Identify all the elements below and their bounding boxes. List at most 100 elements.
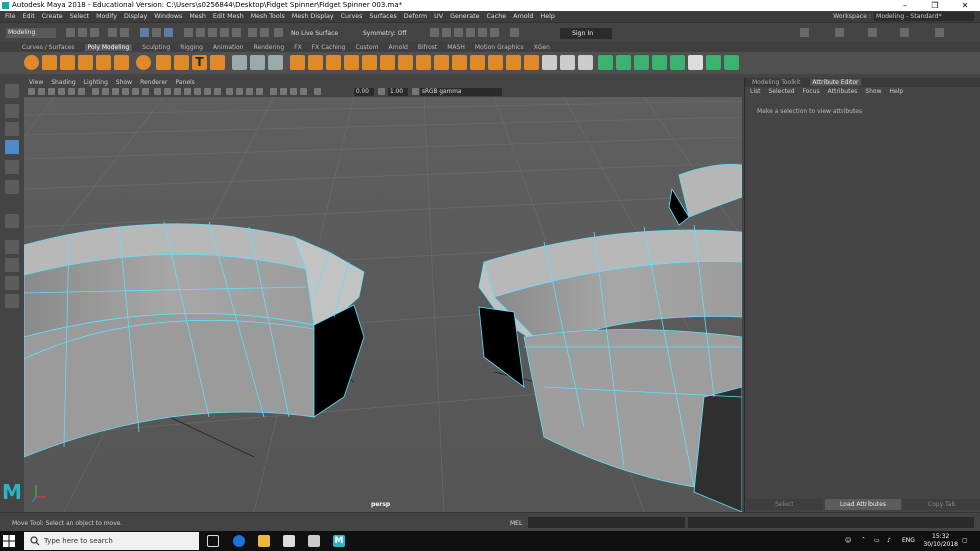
wireframe-icon[interactable] [154,88,161,95]
new-scene-icon[interactable] [66,28,75,37]
multi-cut-icon[interactable] [452,55,467,70]
boolean-icon[interactable] [290,55,305,70]
view-transform-dropdown[interactable]: sRGB gamma [420,88,502,96]
panel-menu-list[interactable]: List [750,88,761,95]
wireframe-on-shaded-icon[interactable] [184,88,191,95]
menu-mesh[interactable]: Mesh [189,13,206,20]
character-controls-icon[interactable] [835,28,844,37]
bevel-icon[interactable] [362,55,377,70]
menu-create[interactable]: Create [42,13,63,20]
use-all-lights-icon[interactable] [204,88,211,95]
panel-menu-selected[interactable]: Selected [769,88,795,95]
load-attributes-button[interactable]: Load Attributes [824,499,902,510]
color-management-icon[interactable] [412,88,419,95]
cylindrical-mapping-icon[interactable] [634,55,649,70]
x-ray-joints-icon[interactable] [290,88,297,95]
panel-menu-attributes[interactable]: Attributes [828,88,858,95]
menu-select[interactable]: Select [70,13,89,20]
maya-taskbar-icon[interactable]: M [333,535,345,547]
x-ray-icon[interactable] [280,88,287,95]
poly-cube-icon[interactable] [42,55,57,70]
poly-cone-icon[interactable] [78,55,93,70]
show-manipulator-icon[interactable] [5,214,19,228]
select-object-icon[interactable] [152,28,161,37]
scale-tool-icon[interactable] [5,180,19,194]
mail-icon[interactable] [308,535,320,547]
uv-editor-icon[interactable] [598,55,613,70]
isolate-select-icon[interactable] [270,88,277,95]
persp-viewport[interactable]: persp [24,97,742,512]
super-shape-icon[interactable] [174,55,189,70]
depth-of-field-icon[interactable] [256,88,263,95]
maximize-button[interactable]: ❐ [920,0,950,11]
menu-mesh-tools[interactable]: Mesh Tools [251,13,285,20]
menu-edit[interactable]: Edit [23,13,35,20]
gate-mask-icon[interactable] [122,88,129,95]
menu-edit-mesh[interactable]: Edit Mesh [213,13,244,20]
shelf-tab-poly-modeling[interactable]: Poly Modeling [84,43,133,51]
modeling-toolkit-icon[interactable] [800,28,809,37]
menu-file[interactable]: File [5,13,16,20]
minimize-button[interactable]: – [890,0,920,11]
tab-modeling-toolkit[interactable]: Modeling Toolkit [750,79,802,86]
store-icon[interactable] [283,535,295,547]
people-icon[interactable]: ☺ [845,537,851,544]
snap-point-icon[interactable] [208,28,217,37]
cut-uv-icon[interactable] [706,55,721,70]
safe-action-icon[interactable] [142,88,149,95]
viewport-menu-lighting[interactable]: Lighting [84,79,108,86]
poly-torus-icon[interactable] [96,55,111,70]
close-button[interactable]: ✕ [950,0,980,11]
snap-together-icon[interactable] [510,28,519,37]
menu-surfaces[interactable]: Surfaces [369,13,396,20]
undo-icon[interactable] [108,28,117,37]
2d-pan-zoom-icon[interactable] [68,88,75,95]
grease-pencil-icon[interactable] [78,88,85,95]
panel-menu-focus[interactable]: Focus [803,88,820,95]
smooth-shade-icon[interactable] [164,88,171,95]
menu-uv[interactable]: UV [434,13,443,20]
persp-outliner-layout-icon[interactable] [5,276,19,290]
collapse-icon[interactable] [416,55,431,70]
sew-uv-icon[interactable] [724,55,739,70]
soft-select-icon[interactable] [560,55,575,70]
ipr-render-icon[interactable] [454,28,463,37]
network-icon[interactable]: ▭ [874,537,880,544]
poly-sphere-icon[interactable] [24,55,39,70]
gamma-icon[interactable] [378,88,385,95]
menu-display[interactable]: Display [124,13,147,20]
viewport-menu-panels[interactable]: Panels [175,79,194,86]
append-polygon-icon[interactable] [434,55,449,70]
render-settings-icon[interactable] [466,28,475,37]
viewport-menu-renderer[interactable]: Renderer [140,79,167,86]
resolution-gate-icon[interactable] [112,88,119,95]
shelf-tab-motion-graphics[interactable]: Motion Graphics [475,44,524,51]
volume-icon[interactable]: ♪ [887,537,891,544]
paint-select-tool-icon[interactable] [5,122,19,136]
menu-mesh-display[interactable]: Mesh Display [292,13,334,20]
svg-tool-icon[interactable] [210,55,225,70]
shelf-tab-animation[interactable]: Animation [213,44,244,51]
automatic-mapping-icon[interactable] [670,55,685,70]
mel-command-input[interactable] [528,517,685,528]
ipr-icon[interactable] [274,28,283,37]
text-tool-icon[interactable]: T [192,55,207,70]
motion-blur-icon[interactable] [236,88,243,95]
shelf-tab-rigging[interactable]: Rigging [180,44,203,51]
menu-windows[interactable]: Windows [154,13,182,20]
snap-curve-icon[interactable] [196,28,205,37]
grid-icon[interactable] [92,88,99,95]
sign-in-button[interactable]: Sign In [560,28,612,39]
menu-cache[interactable]: Cache [486,13,506,20]
shelf-tab-fx-caching[interactable]: FX Caching [312,44,346,51]
poly-disc-icon[interactable] [136,55,151,70]
rotate-tool-icon[interactable] [5,160,19,174]
notifications-icon[interactable]: ▢ [962,537,968,544]
screen-space-ao-icon[interactable] [226,88,233,95]
viewport-menu-show[interactable]: Show [116,79,132,86]
taskbar-clock[interactable]: 15:32 30/10/2018 [923,533,958,549]
shelf-tab-sculpting[interactable]: Sculpting [142,44,170,51]
exposure-icon[interactable] [314,88,321,95]
render-icon[interactable] [260,28,269,37]
field-chart-icon[interactable] [132,88,139,95]
